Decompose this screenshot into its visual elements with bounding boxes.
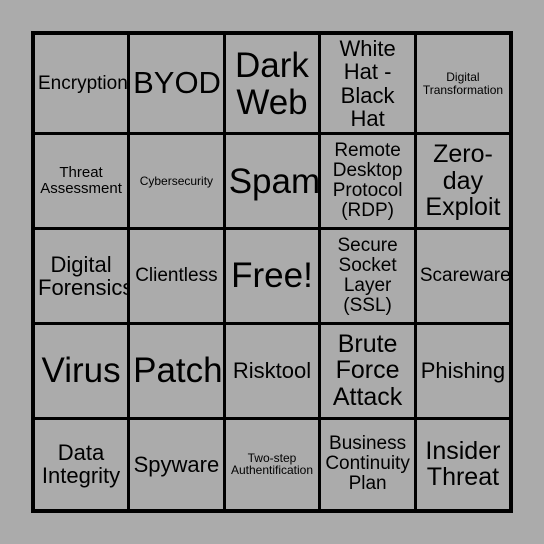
bingo-grid: Encryption BYOD Dark Web White Hat - Bla… [31,31,513,513]
bingo-cell-label: Zero- day Exploit [425,140,501,222]
bingo-row: Digital Forensics Clientless Free! Secur… [31,227,513,325]
bingo-row: Virus Patch Risktool Brute Force Attack … [31,321,513,420]
bingo-cell[interactable]: Data Integrity [31,416,131,513]
bingo-cell[interactable]: Cybersecurity [127,132,226,231]
bingo-cell-label: Brute Force Attack [332,329,403,411]
bingo-cell-label: Virus [41,351,121,391]
bingo-row: Encryption BYOD Dark Web White Hat - Bla… [31,31,513,136]
bingo-cell-label: Digital Transformation [422,69,504,97]
bingo-cell-label: White Hat - Black Hat [339,36,396,131]
bingo-cell[interactable]: Patch [127,321,226,420]
bingo-cell-label: Encryption [38,72,128,94]
bingo-cell-label: Business Continuity Plan [325,433,410,495]
bingo-cell-label: Data Integrity [41,439,121,489]
bingo-cell-label: Clientless [135,264,218,286]
bingo-cell[interactable]: Insider Threat [413,416,513,513]
bingo-cell-free[interactable]: Free! [222,227,322,325]
bingo-free-space-label: Free! [231,256,313,296]
bingo-cell-label: Scareware [419,264,511,286]
bingo-cell-label: Spyware [133,451,220,477]
bingo-cell-label: Secure Socket Layer (SSL) [337,234,398,317]
bingo-cell[interactable]: Dark Web [222,31,322,136]
bingo-row: Data Integrity Spyware Two-step Authenti… [31,416,513,513]
bingo-cell[interactable]: Remote Desktop Protocol (RDP) [318,132,417,231]
bingo-cell[interactable]: Digital Transformation [413,31,513,136]
bingo-cell[interactable]: Spam [222,132,322,231]
bingo-cell-label: BYOD [133,65,221,101]
bingo-cell-label: Insider Threat [425,436,501,492]
bingo-cell[interactable]: Spyware [127,416,226,513]
bingo-cell-label: Threat Assessment [40,164,122,198]
bingo-cell-label: Cybersecurity [139,173,214,188]
bingo-cell[interactable]: Secure Socket Layer (SSL) [318,227,417,325]
bingo-row: Threat Assessment Cybersecurity Spam Rem… [31,132,513,231]
bingo-cell[interactable]: Encryption [31,31,131,136]
bingo-cell-label: Risktool [232,358,312,384]
bingo-cell-label: Spam [228,161,320,201]
bingo-cell-label: Remote Desktop Protocol (RDP) [332,139,403,222]
bingo-cell[interactable]: BYOD [127,31,226,136]
bingo-cell[interactable]: Clientless [127,227,226,325]
bingo-cell[interactable]: Phishing [413,321,513,420]
bingo-cell-label: Patch [133,351,223,391]
bingo-grid-body: Encryption BYOD Dark Web White Hat - Bla… [31,31,513,513]
bingo-cell-label: Dark Web [235,45,309,122]
bingo-cell[interactable]: Risktool [222,321,322,420]
bingo-cell[interactable]: Two-step Authentification [222,416,322,513]
bingo-cell[interactable]: Brute Force Attack [318,321,417,420]
bingo-cell[interactable]: White Hat - Black Hat [318,31,417,136]
bingo-cell-label: Phishing [420,358,506,384]
bingo-card: Encryption BYOD Dark Web White Hat - Bla… [31,31,513,513]
bingo-cell[interactable]: Digital Forensics [31,227,131,325]
bingo-cell-label: Two-step Authentification [230,450,314,478]
bingo-cell[interactable]: Scareware [413,227,513,325]
bingo-cell[interactable]: Business Continuity Plan [318,416,417,513]
bingo-cell[interactable]: Zero- day Exploit [413,132,513,231]
bingo-cell[interactable]: Virus [31,321,131,420]
bingo-cell[interactable]: Threat Assessment [31,132,131,231]
bingo-cell-label: Digital Forensics [38,251,129,300]
